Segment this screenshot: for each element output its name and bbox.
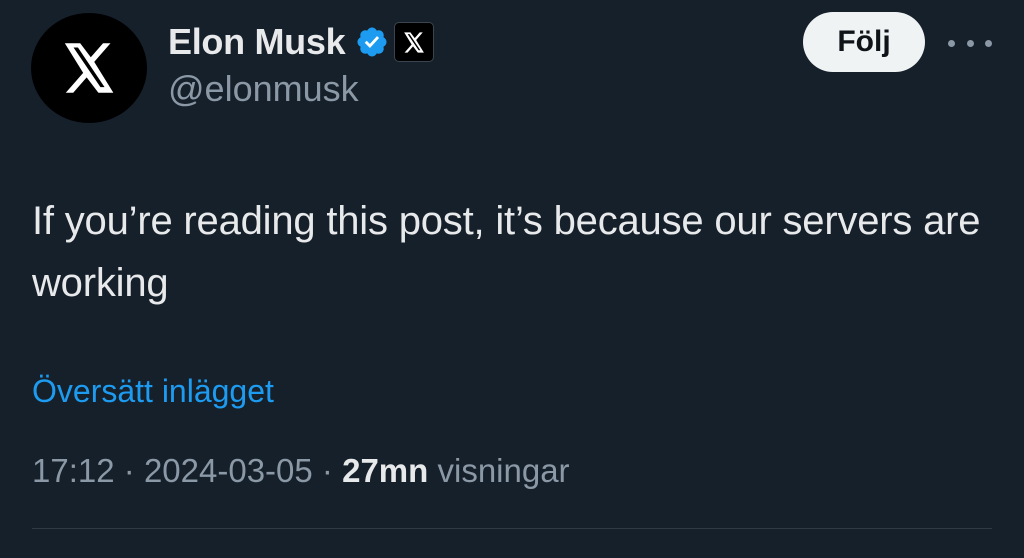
post-meta: 17:12 · 2024-03-05 · 27mn visningar [32, 452, 570, 490]
post-detail: Elon Musk @elonmusk Följ If you’re readi… [0, 0, 1024, 558]
author-name-row[interactable]: Elon Musk [168, 18, 435, 66]
views-label: visningar [437, 452, 570, 489]
more-horizontal-icon [948, 39, 955, 47]
follow-button[interactable]: Följ [803, 12, 925, 72]
more-horizontal-icon [966, 39, 974, 47]
more-options-button[interactable] [948, 28, 992, 58]
avatar[interactable] [31, 13, 147, 123]
author-display-name: Elon Musk [168, 21, 346, 62]
meta-separator: · [321, 452, 333, 489]
post-time[interactable]: 17:12 [32, 452, 115, 489]
x-logo-icon [64, 43, 114, 93]
x-logo-icon [404, 31, 425, 53]
author-handle[interactable]: @elonmusk [168, 68, 359, 110]
more-horizontal-icon [985, 39, 992, 47]
divider [32, 528, 992, 529]
affiliate-badge[interactable] [394, 22, 435, 62]
post-date[interactable]: 2024-03-05 [144, 452, 313, 489]
meta-separator: · [123, 452, 135, 489]
translate-post-link[interactable]: Översätt inlägget [32, 373, 274, 410]
post-text: If you’re reading this post, it’s becaus… [32, 199, 981, 305]
views-count: 27mn [342, 452, 429, 489]
verified-badge-icon [357, 27, 387, 57]
